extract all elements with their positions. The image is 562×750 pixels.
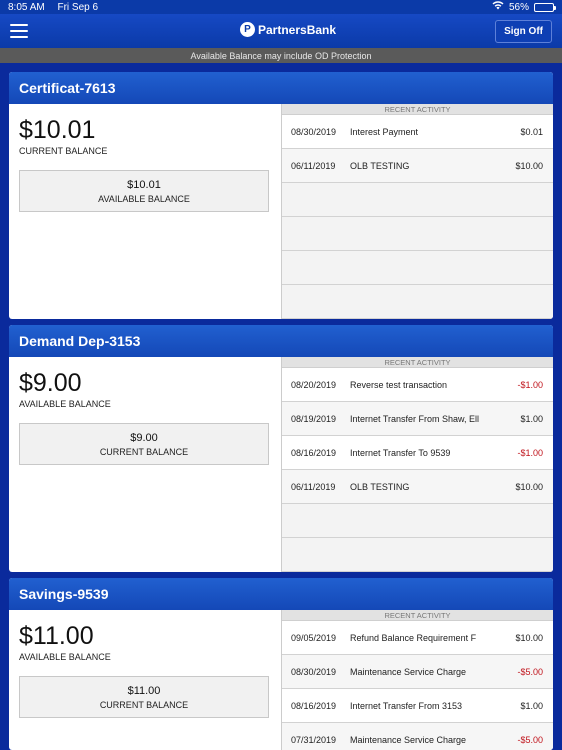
primary-balance-label: CURRENT BALANCE (19, 146, 108, 156)
transaction-description: Reverse test transaction (350, 379, 448, 390)
recent-activity-header: RECENT ACTIVITY (282, 357, 553, 368)
transaction-date: 08/16/2019 (291, 447, 337, 458)
status-right: 56% (492, 1, 556, 13)
transaction-date: 06/11/2019 (291, 481, 336, 492)
transaction-description: Internet Transfer From 3153 (350, 700, 463, 711)
primary-balance-amount: $9.00 (19, 369, 82, 397)
brand-mark-icon: P (240, 22, 255, 37)
battery-icon (534, 2, 556, 12)
transaction-row[interactable]: 08/16/2019 Internet Transfer From 3153 $1.… (282, 689, 553, 723)
transaction-amount: $1.00 (520, 700, 543, 711)
account-card: Certificat-7613 $10.01 CURRENT BALANCE $10.… (9, 72, 553, 319)
transaction-amount: $1.00 (520, 413, 543, 424)
secondary-balance-amount: $10.01 (127, 178, 161, 191)
balance-pane: $10.01 CURRENT BALANCE $10.01 AVAILABLE BAL… (9, 104, 281, 319)
account-body: $9.00 AVAILABLE BALANCE $9.00 CURRENT BALAN… (9, 357, 553, 572)
account-card: Savings-9539 $11.00 AVAILABLE BALANCE $11.0… (9, 578, 553, 750)
empty-row (282, 538, 553, 572)
empty-row (282, 183, 553, 217)
recent-activity-header: RECENT ACTIVITY (282, 610, 553, 621)
secondary-balance-amount: $11.00 (127, 684, 161, 697)
status-bar: 8:05 AM Fri Sep 6 56% (0, 0, 562, 14)
primary-balance-label: AVAILABLE BALANCE (19, 652, 111, 662)
transaction-date: 08/30/2019 (291, 666, 337, 677)
transaction-row[interactable]: 08/30/2019 Interest Payment $0.01 (282, 115, 553, 149)
transaction-description: Refund Balance Requirement F (350, 632, 477, 643)
primary-balance-amount: $10.01 (19, 116, 96, 144)
primary-balance-amount: $11.00 (19, 622, 94, 650)
balance-pane: $9.00 AVAILABLE BALANCE $9.00 CURRENT BALAN… (9, 357, 281, 572)
status-time: 8:05 AM (8, 1, 45, 13)
transaction-description: OLB TESTING (350, 160, 410, 171)
transaction-amount: $10.00 (515, 160, 543, 171)
balance-pane: $11.00 AVAILABLE BALANCE $11.00 CURRENT BAL… (9, 610, 281, 750)
transaction-date: 08/30/2019 (291, 126, 337, 137)
transaction-row[interactable]: 07/31/2019 Maintenance Service Charge -$5.… (282, 723, 553, 750)
secondary-balance-box: $10.01 AVAILABLE BALANCE (19, 170, 269, 212)
transaction-amount: -$5.00 (517, 666, 543, 677)
transaction-row[interactable]: 09/05/2019 Refund Balance Requirement F $1… (282, 621, 553, 655)
account-body: $10.01 CURRENT BALANCE $10.01 AVAILABLE BAL… (9, 104, 553, 319)
brand-logo: P PartnersBank (240, 22, 336, 37)
empty-row (282, 504, 553, 538)
recent-activity-pane: RECENT ACTIVITY 08/20/2019 Reverse test tr… (281, 357, 553, 572)
transaction-row[interactable]: 06/11/2019 OLB TESTING $10.00 (282, 470, 553, 504)
transaction-date: 08/20/2019 (291, 379, 337, 390)
empty-row (282, 251, 553, 285)
nav-bar: P PartnersBank Sign Off (0, 14, 562, 48)
recent-activity-header: RECENT ACTIVITY (282, 104, 553, 115)
battery-percent: 56% (508, 1, 529, 13)
empty-row (282, 285, 553, 319)
transaction-amount: -$1.00 (517, 379, 543, 390)
transaction-amount: $10.00 (515, 481, 543, 492)
od-protection-banner: Available Balance may include OD Protect… (0, 48, 562, 63)
transaction-date: 09/05/2019 (291, 632, 337, 643)
transaction-amount: $0.01 (520, 126, 543, 137)
secondary-balance-label: AVAILABLE BALANCE (98, 193, 190, 204)
secondary-balance-label: CURRENT BALANCE (99, 699, 189, 710)
transaction-description: Maintenance Service Charge (350, 666, 467, 677)
transaction-row[interactable]: 06/11/2019 OLB TESTING $10.00 (282, 149, 553, 183)
transaction-row[interactable]: 08/16/2019 Internet Transfer To 9539 -$1.0… (282, 436, 553, 470)
empty-row (282, 217, 553, 251)
transaction-row[interactable]: 08/20/2019 Reverse test transaction -$1.00 (282, 368, 553, 402)
secondary-balance-amount: $9.00 (130, 431, 158, 444)
secondary-balance-box: $9.00 CURRENT BALANCE (19, 423, 269, 465)
transaction-date: 08/16/2019 (291, 700, 337, 711)
transaction-amount: $10.00 (515, 632, 543, 643)
transaction-row[interactable]: 08/19/2019 Internet Transfer From Shaw, E… (282, 402, 553, 436)
account-body: $11.00 AVAILABLE BALANCE $11.00 CURRENT BAL… (9, 610, 553, 750)
menu-icon[interactable] (10, 24, 28, 38)
transaction-row[interactable]: 08/30/2019 Maintenance Service Charge -$5.… (282, 655, 553, 689)
recent-activity-pane: RECENT ACTIVITY 09/05/2019 Refund Balance … (281, 610, 553, 750)
primary-balance-label: AVAILABLE BALANCE (19, 399, 111, 409)
sign-off-button[interactable]: Sign Off (495, 19, 552, 43)
transaction-description: OLB TESTING (350, 481, 410, 492)
secondary-balance-box: $11.00 CURRENT BALANCE (19, 676, 269, 718)
account-name[interactable]: Demand Dep-3153 (9, 325, 553, 357)
brand-name: PartnersBank (258, 22, 337, 37)
transaction-date: 06/11/2019 (291, 160, 336, 171)
transaction-description: Interest Payment (350, 126, 419, 137)
account-card: Demand Dep-3153 $9.00 AVAILABLE BALANCE $9.… (9, 325, 553, 572)
transaction-description: Maintenance Service Charge (350, 734, 467, 745)
status-left: 8:05 AM Fri Sep 6 (8, 2, 108, 13)
secondary-balance-label: CURRENT BALANCE (99, 446, 189, 457)
wifi-icon (492, 1, 504, 13)
transaction-description: Internet Transfer To 9539 (350, 447, 451, 458)
status-date: Fri Sep 6 (57, 1, 99, 13)
transaction-amount: -$1.00 (517, 447, 543, 458)
transaction-amount: -$5.00 (517, 734, 543, 745)
account-name[interactable]: Savings-9539 (9, 578, 553, 610)
transaction-date: 08/19/2019 (291, 413, 337, 424)
transaction-date: 07/31/2019 (291, 734, 337, 745)
account-name[interactable]: Certificat-7613 (9, 72, 553, 104)
recent-activity-pane: RECENT ACTIVITY 08/30/2019 Interest Paymen… (281, 104, 553, 319)
transaction-description: Internet Transfer From Shaw, Ell (350, 413, 480, 424)
